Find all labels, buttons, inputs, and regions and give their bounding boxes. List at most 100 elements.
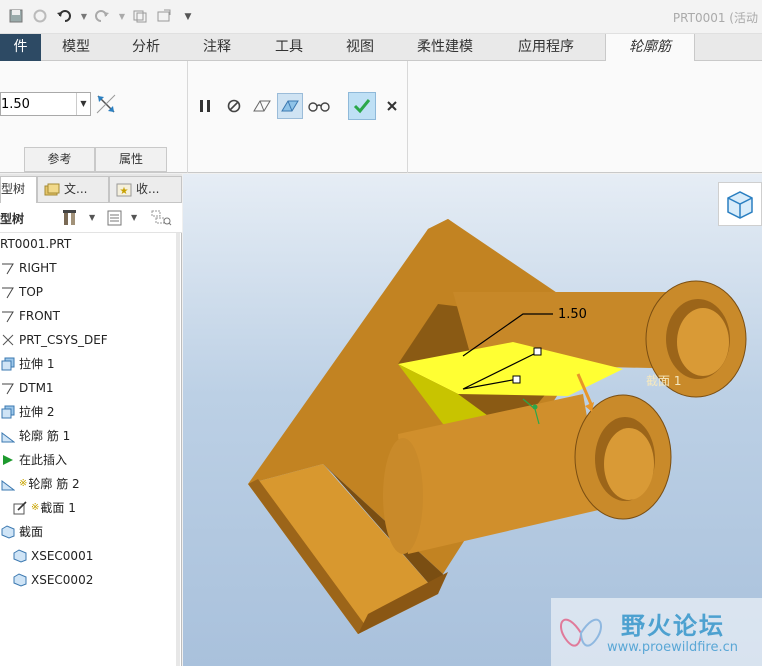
tree-item-label: DTM1 — [19, 381, 54, 395]
thickness-input[interactable] — [1, 93, 75, 115]
tree-item-dtm1[interactable]: DTM1 — [0, 376, 54, 400]
tree-item-part[interactable]: RT0001.PRT — [0, 232, 71, 256]
tab-view[interactable]: 视图 — [325, 34, 395, 61]
no-preview-button[interactable] — [221, 93, 247, 119]
tree-item-rib-1[interactable]: 轮廓 筋 1 — [0, 424, 70, 448]
section-folder-icon — [0, 524, 16, 540]
tab-folder-browser[interactable]: 文... — [37, 176, 109, 203]
extrude-icon — [0, 356, 16, 372]
ok-button[interactable] — [348, 92, 376, 120]
regenerate-icon[interactable] — [32, 9, 48, 25]
tree-item-label: 轮廓 筋 1 — [19, 429, 71, 443]
chevron-down-icon[interactable]: ▼ — [76, 93, 90, 115]
undo-icon[interactable] — [56, 9, 72, 25]
part-model[interactable]: 1.50 截面 1 — [183, 174, 762, 666]
flip-direction-icon[interactable] — [95, 93, 117, 115]
tree-item-rib-2[interactable]: ※ 轮廓 筋 2 — [0, 472, 80, 496]
tree-item-front[interactable]: FRONT — [0, 304, 60, 328]
tab-analysis[interactable]: 分析 — [111, 34, 181, 61]
watermark-title: 野火论坛 — [621, 612, 725, 640]
tree-item-xsec0001[interactable]: XSEC0001 — [12, 544, 93, 568]
undo-dropdown-icon[interactable]: ▼ — [76, 9, 92, 25]
tree-filter-icon[interactable] — [150, 209, 172, 227]
tab-model[interactable]: 模型 — [41, 34, 111, 61]
glasses-preview-button[interactable] — [306, 93, 332, 119]
tree-item-csys[interactable]: PRT_CSYS_DEF — [0, 328, 108, 352]
verify-button[interactable] — [277, 93, 303, 119]
panel-tabs: 模型树 文... ★ 收... — [0, 174, 182, 203]
front-cylinder-start — [383, 438, 423, 554]
chevron-down-icon[interactable]: ▼ — [89, 213, 95, 231]
save-icon[interactable] — [8, 9, 24, 25]
tab-flexible-modeling[interactable]: 柔性建模 — [395, 34, 495, 61]
tab-annotate[interactable]: 注释 — [181, 34, 253, 61]
tree-columns-icon[interactable] — [106, 209, 124, 227]
window-icon[interactable] — [132, 9, 148, 25]
datum-plane-icon — [0, 308, 16, 324]
insert-arrow-icon — [0, 452, 16, 468]
tree-item-label: PRT_CSYS_DEF — [19, 333, 108, 347]
tree-item-extrude-1[interactable]: 拉伸 1 — [0, 352, 54, 376]
pause-icon — [200, 100, 210, 112]
thickness-combobox[interactable]: ▼ — [0, 92, 91, 116]
folder-icon — [44, 183, 60, 195]
tree-item-top[interactable]: TOP — [0, 280, 43, 304]
tree-item-extrude-2[interactable]: 拉伸 2 — [0, 400, 54, 424]
extrude-icon — [0, 404, 16, 420]
cube-icon — [727, 191, 753, 219]
tree-settings-icon[interactable] — [62, 209, 82, 227]
tree-item-label: 拉伸 1 — [19, 357, 55, 371]
cancel-button[interactable] — [379, 93, 405, 119]
customize-toolbar-icon[interactable]: ▼ — [180, 9, 196, 25]
datum-plane-icon — [0, 284, 16, 300]
datum-plane-icon — [0, 260, 16, 276]
preview-geometry-button[interactable] — [249, 93, 275, 119]
close-window-icon[interactable] — [156, 9, 172, 25]
tree-item-sections[interactable]: 截面 — [0, 520, 43, 544]
tree-header: 型树 — [0, 212, 25, 226]
tab-model-tree[interactable]: 模型树 — [0, 176, 37, 203]
tree-item-right[interactable]: RIGHT — [0, 256, 57, 280]
section-label: 截面 1 — [646, 374, 681, 388]
tree-item-insert-here[interactable]: 在此插入 — [0, 448, 67, 472]
dimension-label[interactable]: 1.50 — [558, 307, 587, 322]
cross-section-icon — [12, 572, 28, 588]
front-cylinder-bore-inner — [604, 428, 654, 500]
watermark-url: www.proewildfire.cn — [607, 640, 738, 655]
tab-file[interactable]: 件 — [0, 34, 41, 61]
tree-item-label: RT0001.PRT — [0, 237, 72, 251]
quick-access-toolbar: ▼ ▼ ▼ PRT0001 (活动 — [0, 0, 762, 34]
graphics-viewport[interactable]: 1.50 截面 1 — [183, 174, 762, 666]
watermark: 野火论坛 www.proewildfire.cn — [551, 598, 762, 666]
tree-item-section-1[interactable]: ※ 截面 1 — [12, 496, 76, 520]
tree-item-label: XSEC0002 — [31, 573, 94, 587]
redo-icon[interactable] — [94, 9, 110, 25]
tab-favorites[interactable]: ★ 收... — [109, 176, 182, 203]
verify-icon — [281, 100, 299, 112]
tree-item-label: XSEC0001 — [31, 549, 94, 563]
close-icon — [387, 101, 397, 111]
svg-text:★: ★ — [120, 186, 129, 197]
tree-item-label: 拉伸 2 — [19, 405, 55, 419]
drag-handle[interactable] — [533, 347, 542, 356]
view-cube-button[interactable] — [718, 182, 762, 226]
tab-properties[interactable]: 属性 — [95, 147, 167, 172]
chevron-down-icon[interactable]: ▼ — [131, 213, 137, 231]
tree-item-xsec0002[interactable]: XSEC0002 — [12, 568, 93, 592]
rib-icon — [0, 428, 16, 444]
tab-tools[interactable]: 工具 — [253, 34, 325, 61]
redo-dropdown-icon[interactable]: ▼ — [114, 9, 130, 25]
tree-scrollbar[interactable] — [176, 233, 180, 666]
drag-handle[interactable] — [512, 375, 521, 384]
no-preview-icon — [227, 99, 241, 113]
ribbon-separator — [187, 61, 188, 173]
new-feature-icon: ※ — [19, 478, 28, 489]
pause-button[interactable] — [192, 93, 218, 119]
tab-applications[interactable]: 应用程序 — [495, 34, 597, 61]
glasses-icon — [308, 102, 330, 112]
tree-item-label: 在此插入 — [19, 453, 68, 467]
tab-references[interactable]: 参考 — [24, 147, 95, 172]
preview-icon — [253, 100, 271, 112]
tab-profile-rib[interactable]: 轮廓筋 — [605, 34, 695, 62]
ribbon-panel: ▼ 参考 属性 — [0, 61, 762, 173]
